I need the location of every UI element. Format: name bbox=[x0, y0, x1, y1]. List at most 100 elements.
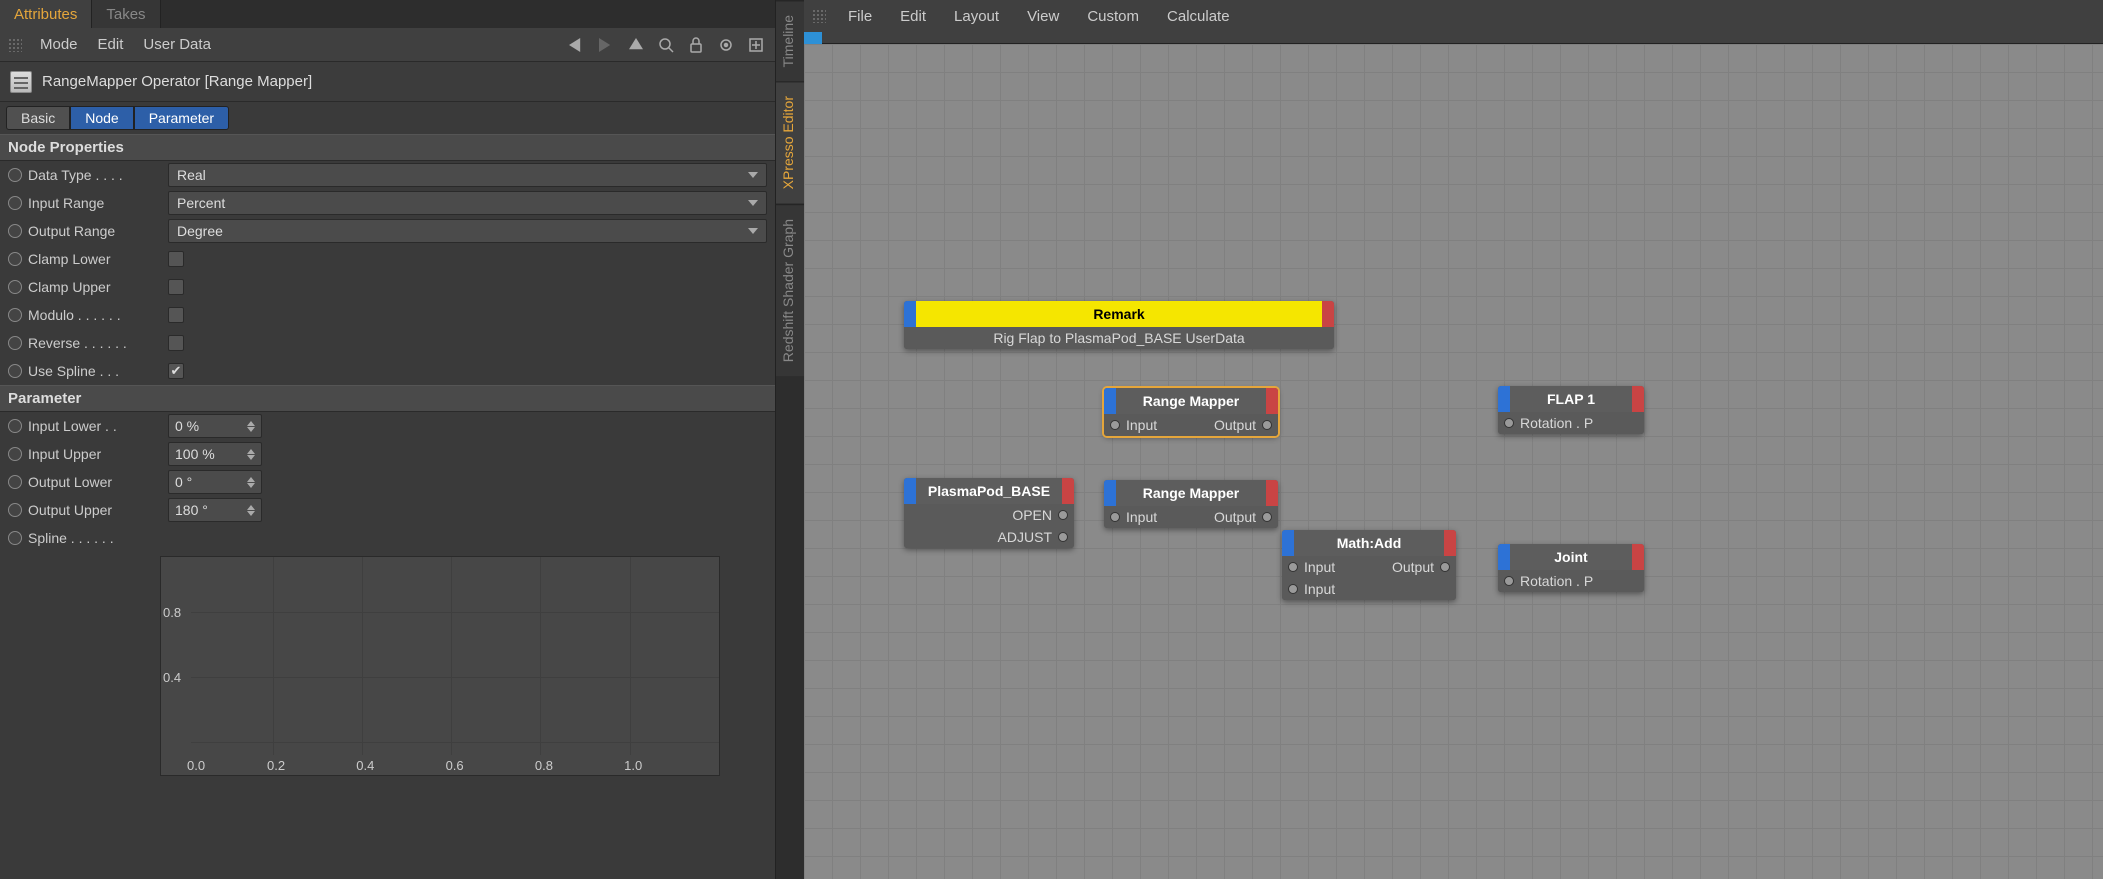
node-math-add[interactable]: Math:Add InputOutput Input bbox=[1282, 530, 1456, 600]
select-input-range[interactable]: Percent bbox=[168, 191, 767, 215]
port-label: Rotation . P bbox=[1520, 573, 1593, 589]
nav-up-icon[interactable] bbox=[625, 34, 647, 56]
chevron-down-icon bbox=[748, 228, 758, 234]
menu-user-data[interactable]: User Data bbox=[137, 34, 217, 55]
output-port[interactable] bbox=[1262, 420, 1272, 430]
node-range-mapper-1[interactable]: Range Mapper InputOutput bbox=[1104, 388, 1278, 436]
nav-back-icon[interactable] bbox=[565, 34, 587, 56]
anim-dot[interactable] bbox=[8, 224, 22, 238]
label-input-range: Input Range bbox=[28, 195, 162, 211]
check-reverse[interactable] bbox=[168, 335, 184, 351]
label-data-type: Data Type . . . . bbox=[28, 167, 162, 183]
input-port[interactable] bbox=[1110, 512, 1120, 522]
anim-dot[interactable] bbox=[8, 503, 22, 517]
side-tab-xpresso[interactable]: XPresso Editor bbox=[776, 81, 804, 203]
panel-tab-strip: Attributes Takes bbox=[0, 0, 775, 28]
input-port[interactable] bbox=[1288, 584, 1298, 594]
menu-view[interactable]: View bbox=[1017, 6, 1069, 27]
field-input-upper[interactable]: 100 % bbox=[168, 442, 262, 466]
subtab-node[interactable]: Node bbox=[70, 106, 133, 130]
menu-edit[interactable]: Edit bbox=[92, 34, 130, 55]
label-clamp-lower: Clamp Lower bbox=[28, 251, 162, 267]
node-title: Range Mapper bbox=[1116, 480, 1266, 506]
field-output-lower[interactable]: 0 ° bbox=[168, 470, 262, 494]
field-output-upper[interactable]: 180 ° bbox=[168, 498, 262, 522]
object-title: RangeMapper Operator [Range Mapper] bbox=[42, 73, 312, 90]
lock-icon[interactable] bbox=[685, 34, 707, 56]
anim-dot[interactable] bbox=[8, 168, 22, 182]
label-input-upper: Input Upper bbox=[28, 446, 162, 462]
select-data-type[interactable]: Real bbox=[168, 163, 767, 187]
tab-attributes[interactable]: Attributes bbox=[0, 0, 92, 28]
node-title: PlasmaPod_BASE bbox=[916, 478, 1062, 504]
menu-calculate[interactable]: Calculate bbox=[1157, 6, 1240, 27]
input-port[interactable] bbox=[1288, 562, 1298, 572]
output-port[interactable] bbox=[1262, 512, 1272, 522]
node-joint[interactable]: Joint Rotation . P bbox=[1498, 544, 1644, 592]
menu-layout[interactable]: Layout bbox=[944, 6, 1009, 27]
menu-mode[interactable]: Mode bbox=[34, 34, 84, 55]
input-port[interactable] bbox=[1504, 576, 1514, 586]
port-label: Rotation . P bbox=[1520, 415, 1593, 431]
spline-editor[interactable]: 0.8 0.4 0.0 0.2 0.4 0.6 0.8 1.0 bbox=[160, 556, 720, 776]
spline-y-tick: 0.4 bbox=[163, 670, 181, 685]
port-label: Input bbox=[1304, 581, 1335, 597]
grip-icon[interactable] bbox=[812, 9, 826, 23]
field-input-lower[interactable]: 0 % bbox=[168, 414, 262, 438]
label-input-lower: Input Lower . . bbox=[28, 418, 162, 434]
spline-x-tick: 0.6 bbox=[446, 758, 464, 773]
label-clamp-upper: Clamp Upper bbox=[28, 279, 162, 295]
label-output-upper: Output Upper bbox=[28, 502, 162, 518]
xpresso-graph-canvas[interactable]: Remark Rig Flap to PlasmaPod_BASE UserDa… bbox=[804, 44, 2103, 879]
subtab-parameter[interactable]: Parameter bbox=[134, 106, 229, 130]
check-use-spline[interactable]: ✔ bbox=[168, 363, 184, 379]
output-port[interactable] bbox=[1058, 510, 1068, 520]
search-icon[interactable] bbox=[655, 34, 677, 56]
node-remark[interactable]: Remark Rig Flap to PlasmaPod_BASE UserDa… bbox=[904, 301, 1334, 349]
menu-file[interactable]: File bbox=[838, 6, 882, 27]
chevron-down-icon bbox=[748, 172, 758, 178]
node-flap-1[interactable]: FLAP 1 Rotation . P bbox=[1498, 386, 1644, 434]
label-output-range: Output Range bbox=[28, 223, 162, 239]
anim-dot[interactable] bbox=[8, 531, 22, 545]
nav-fwd-icon[interactable] bbox=[595, 34, 617, 56]
menu-edit[interactable]: Edit bbox=[890, 6, 936, 27]
side-tab-redshift[interactable]: Redshift Shader Graph bbox=[776, 204, 804, 376]
node-plasmapod-base[interactable]: PlasmaPod_BASE OPEN ADJUST bbox=[904, 478, 1074, 548]
port-label: Output bbox=[1392, 559, 1434, 575]
menu-custom[interactable]: Custom bbox=[1077, 6, 1149, 27]
tab-takes[interactable]: Takes bbox=[92, 0, 160, 28]
anim-dot[interactable] bbox=[8, 447, 22, 461]
check-modulo[interactable] bbox=[168, 307, 184, 323]
check-clamp-lower[interactable] bbox=[168, 251, 184, 267]
select-output-range[interactable]: Degree bbox=[168, 219, 767, 243]
anim-dot[interactable] bbox=[8, 419, 22, 433]
attribute-toolbar: Mode Edit User Data bbox=[0, 28, 775, 62]
input-port[interactable] bbox=[1504, 418, 1514, 428]
spline-x-tick: 0.0 bbox=[187, 758, 205, 773]
section-parameter: Parameter bbox=[0, 385, 775, 412]
anim-dot[interactable] bbox=[8, 336, 22, 350]
settings-icon[interactable] bbox=[715, 34, 737, 56]
grip-icon[interactable] bbox=[8, 38, 22, 52]
node-range-mapper-2[interactable]: Range Mapper InputOutput bbox=[1104, 480, 1278, 528]
anim-dot[interactable] bbox=[8, 252, 22, 266]
subtab-basic[interactable]: Basic bbox=[6, 106, 70, 130]
anim-dot[interactable] bbox=[8, 475, 22, 489]
output-port[interactable] bbox=[1440, 562, 1450, 572]
node-title: Range Mapper bbox=[1116, 388, 1266, 414]
anim-dot[interactable] bbox=[8, 308, 22, 322]
anim-dot[interactable] bbox=[8, 364, 22, 378]
input-port[interactable] bbox=[1110, 420, 1120, 430]
output-port[interactable] bbox=[1058, 532, 1068, 542]
side-tab-timeline[interactable]: Timeline bbox=[776, 0, 804, 81]
label-modulo: Modulo . . . . . . bbox=[28, 307, 162, 323]
port-label: Output bbox=[1214, 509, 1256, 525]
xpresso-menubar: File Edit Layout View Custom Calculate bbox=[804, 0, 2103, 32]
spline-x-tick: 0.8 bbox=[535, 758, 553, 773]
xpresso-ruler[interactable] bbox=[804, 32, 2103, 44]
new-window-icon[interactable] bbox=[745, 34, 767, 56]
anim-dot[interactable] bbox=[8, 196, 22, 210]
check-clamp-upper[interactable] bbox=[168, 279, 184, 295]
anim-dot[interactable] bbox=[8, 280, 22, 294]
